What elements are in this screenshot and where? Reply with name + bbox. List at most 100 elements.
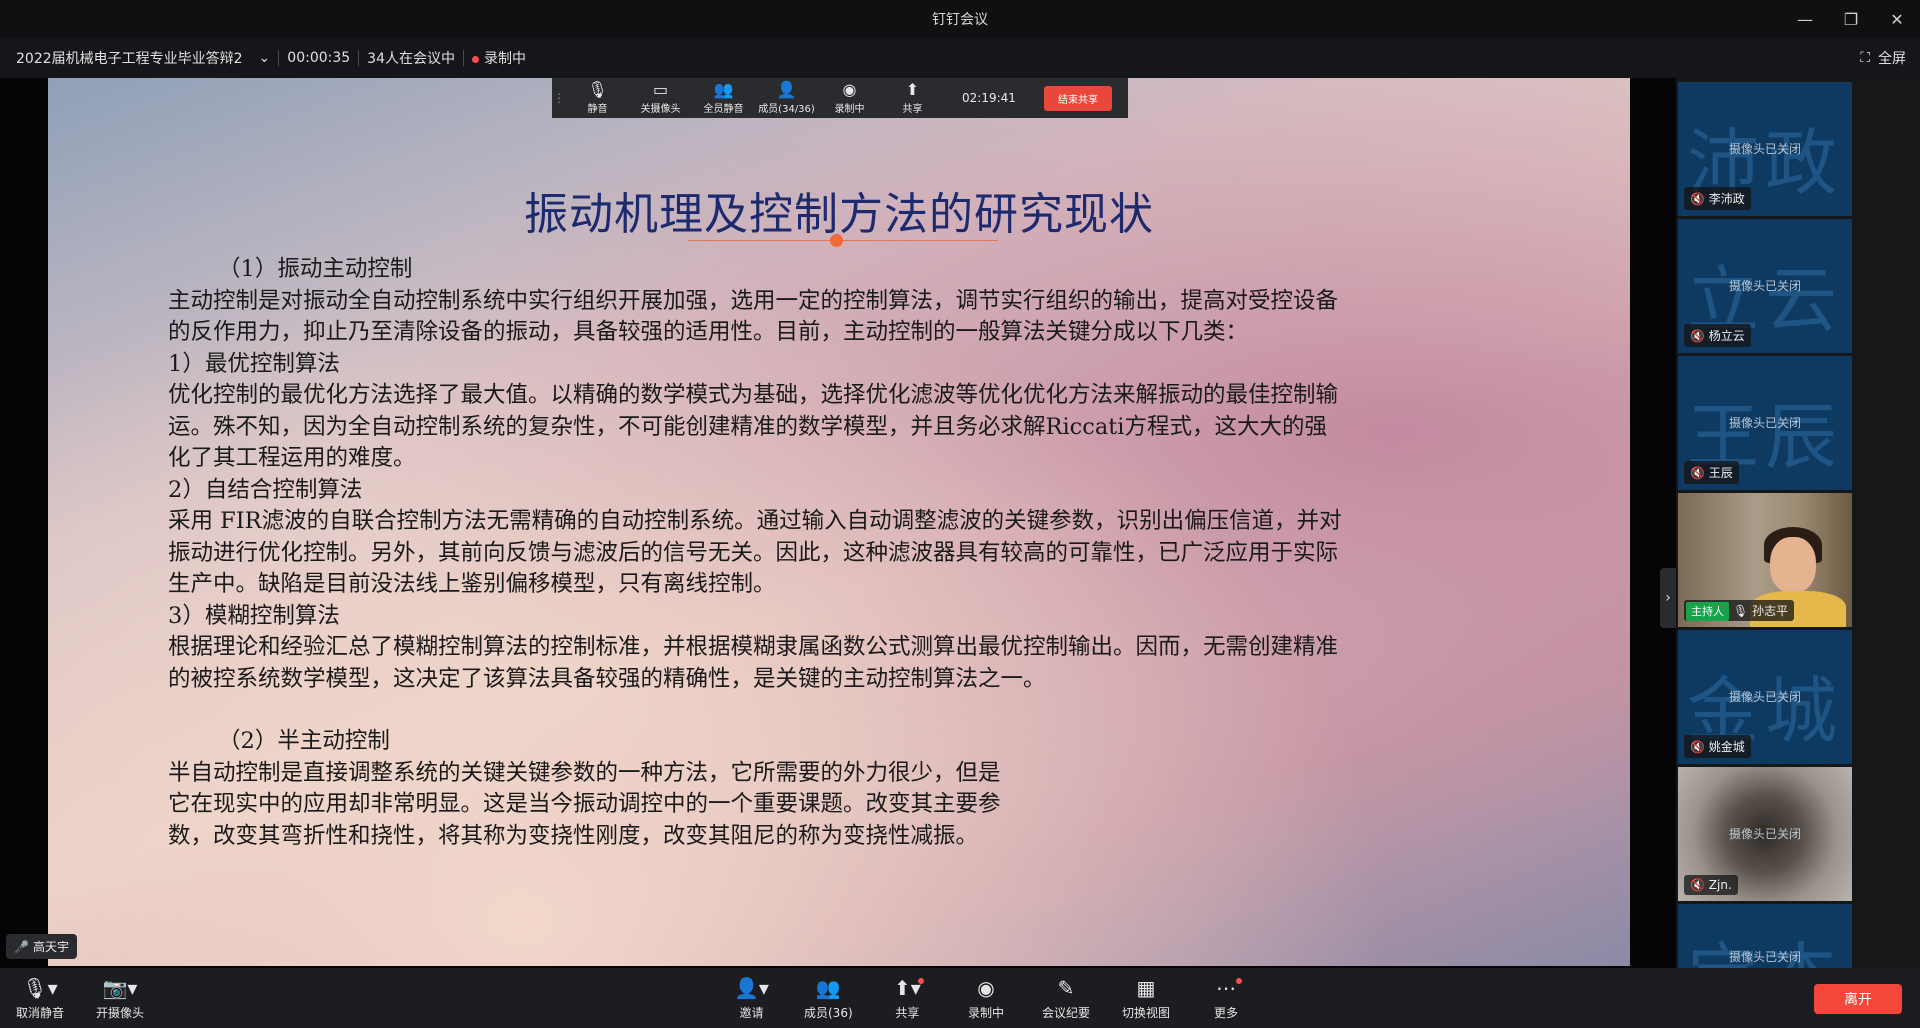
slide-line: 采用 FIR滤波的自联合控制方法无需精确的自动控制系统。通过输入自动调整滤波的关… — [168, 508, 1342, 534]
participant-name-text: Zjn. — [1708, 878, 1732, 892]
stop-share-button[interactable]: 结束共享 — [1044, 85, 1112, 111]
recording-label: 录制中 — [484, 51, 526, 67]
camera-button[interactable]: 📷▾ 开摄像头 — [96, 978, 144, 1021]
mic-muted-icon: 🔇 — [1690, 466, 1705, 480]
participant-name-text: 王辰 — [1708, 466, 1733, 480]
mic-icon: 🎙 — [587, 79, 608, 99]
share-mute-all-label: 全员静音 — [703, 103, 744, 115]
mic-muted-icon: 🔇 — [1690, 329, 1705, 343]
notification-dot — [1236, 978, 1242, 984]
add-user-icon: 👤▾ — [734, 976, 769, 1000]
leave-button[interactable]: 离开 — [1814, 984, 1902, 1014]
participant-name: 🔇 Zjn. — [1684, 875, 1738, 895]
mic-muted-icon: 🔇 — [1690, 878, 1705, 892]
share-members-button[interactable]: 👤 成员(34/36) — [755, 81, 818, 115]
minutes-label: 会议纪要 — [1042, 1006, 1091, 1020]
title-underline — [688, 240, 998, 241]
record-dot-icon — [472, 55, 479, 63]
restore-icon[interactable]: ❐ — [1828, 0, 1874, 38]
chevron-down-icon[interactable]: ⌄ — [251, 50, 279, 66]
slide-line: 它在现实中的应用却非常明显。这是当今振动调控中的一个重要课题。改变其主要参 — [168, 791, 1001, 817]
members-button[interactable]: 👥 成员(36) — [804, 978, 853, 1021]
participant-tile[interactable]: 王辰 摄像头已关闭 🔇 王辰 — [1678, 356, 1852, 490]
camera-off-text: 摄像头已关闭 — [1728, 827, 1801, 841]
minutes-button[interactable]: ✎ 会议纪要 — [1042, 978, 1090, 1021]
more-button[interactable]: ⋯ 更多 — [1214, 976, 1242, 1021]
participant-name: 🔇 姚金城 — [1684, 735, 1751, 758]
share-camera-button[interactable]: ▭ 关摄像头 — [629, 81, 692, 115]
video-person-face — [1770, 537, 1816, 593]
slide-heading: （2）半主动控制 — [218, 728, 390, 754]
participant-tile[interactable]: 立云 摄像头已关闭 🔇 杨立云 — [1678, 219, 1852, 353]
meeting-name[interactable]: 2022届机械电子工程专业毕业答辩2 — [0, 48, 251, 68]
participant-tile[interactable]: 金城 摄像头已关闭 🔇 姚金城 — [1678, 630, 1852, 764]
camera-off-text: 摄像头已关闭 — [1728, 279, 1801, 293]
slide-line: 根据理论和经验汇总了模糊控制算法的控制标准，并根据模糊隶属函数公式测算出最优控制… — [168, 634, 1339, 660]
recording-label: 录制中 — [968, 1006, 1005, 1020]
slide-line: 化了其工程运用的难度。 — [168, 445, 416, 471]
share-toolbar: ⋮ 🎙 静音 ▭ 关摄像头 👥 全员静音 👤 成员(34/36) ◉ 录制中 ⬆… — [552, 78, 1128, 118]
slide-line: 主动控制是对振动全自动控制系统中实行组织开展加强，选用一定的控制算法，调节实行组… — [168, 287, 1339, 314]
participant-name-text: 李沛政 — [1708, 192, 1745, 206]
participant-name-text: 姚金城 — [1708, 740, 1745, 754]
share-record-button[interactable]: ◉ 录制中 — [818, 79, 881, 115]
slide-subheading: 3）模糊控制算法 — [168, 602, 340, 629]
slide-line: 生产中。缺陷是目前没法线上鉴别偏移模型，只有离线控制。 — [168, 571, 776, 597]
switch-view-button[interactable]: ▦ 切换视图 — [1122, 978, 1170, 1021]
active-speaker-badge: 🎤 高天宇 — [6, 934, 77, 959]
share-share-label: 共享 — [902, 103, 923, 115]
invite-button[interactable]: 👤▾ 邀请 — [734, 978, 769, 1021]
participant-name: 🔇 王辰 — [1684, 461, 1739, 484]
fullscreen-button[interactable]: ⛶ 全屏 — [1860, 38, 1906, 78]
slide-heading: （1）振动主动控制 — [218, 256, 413, 282]
share-record-label: 录制中 — [834, 103, 865, 115]
participant-tile[interactable]: 宝杰 摄像头已关闭 — [1678, 904, 1852, 968]
chevron-right-icon[interactable]: › — [1660, 568, 1676, 628]
record-icon: ◉ — [977, 976, 995, 1000]
camera-off-text: 摄像头已关闭 — [1728, 950, 1801, 964]
more-icon: ⋯ — [1216, 976, 1236, 1000]
slide-line: 数，改变其弯折性和挠性，将其称为变挠性刚度，改变其阻尼的称为变挠性减振。 — [168, 822, 979, 849]
grid-view-icon: ▦ — [1136, 976, 1156, 1000]
share-members-label: 成员(34/36) — [758, 103, 815, 115]
share-screen-icon: ⬆▾ — [894, 976, 921, 1000]
host-badge: 主持人 — [1686, 602, 1729, 621]
recording-button[interactable]: ◉ 录制中 — [968, 978, 1004, 1021]
share-label: 共享 — [895, 1006, 920, 1020]
participant-name: 主持人 🎙 孙志平 — [1684, 600, 1795, 621]
drag-handle-icon[interactable]: ⋮ — [552, 91, 566, 105]
share-mute-button[interactable]: 🎙 静音 — [566, 79, 629, 115]
share-timer: 02:19:41 — [962, 91, 1016, 105]
switch-view-label: 切换视图 — [1122, 1006, 1171, 1020]
record-icon: ◉ — [842, 79, 857, 99]
slide-line: 的被控系统数学模型，这决定了该算法具备较强的精确性，是关键的主动控制算法之一。 — [168, 665, 1046, 692]
participant-tile-video[interactable]: 主持人 🎙 孙志平 — [1678, 493, 1852, 627]
share-camera-label: 关摄像头 — [640, 103, 681, 115]
share-share-button[interactable]: ⬆ 共享 — [881, 79, 944, 115]
unmute-button[interactable]: 🎙▾ 取消静音 — [16, 978, 64, 1021]
camera-label: 开摄像头 — [96, 1006, 145, 1020]
camera-off-icon: 📷▾ — [102, 976, 138, 1000]
participant-name: 🔇 李沛政 — [1684, 187, 1751, 210]
recording-status: 录制中 — [464, 48, 534, 68]
slide-subheading: 2）自结合控制算法 — [168, 476, 363, 503]
share-mute-all-button[interactable]: 👥 全员静音 — [692, 81, 755, 115]
slide-subheading: 1）最优控制算法 — [168, 350, 340, 377]
participant-tile[interactable]: 摄像头已关闭 🔇 Zjn. — [1678, 767, 1852, 901]
share-icon: ⬆ — [905, 79, 920, 99]
minutes-icon: ✎ — [1057, 976, 1075, 1000]
members-icon: 👥 — [815, 976, 841, 1000]
share-button[interactable]: ⬆▾ 共享 — [894, 976, 924, 1021]
window-controls: — ❐ ✕ — [1782, 0, 1920, 38]
share-mute-label: 静音 — [587, 103, 608, 115]
minimize-icon[interactable]: — — [1782, 0, 1828, 38]
fullscreen-icon: ⛶ — [1860, 50, 1870, 66]
participant-tile[interactable]: 沛政 摄像头已关闭 🔇 李沛政 — [1678, 82, 1852, 216]
close-icon[interactable]: ✕ — [1874, 0, 1920, 38]
slide: 振动机理及控制方法的研究现状 （1）振动主动控制 主动控制是对振动全自动控制系统… — [48, 78, 1630, 966]
speaker-name: 高天宇 — [32, 940, 69, 954]
participant-name-text: 杨立云 — [1708, 329, 1745, 343]
mic-muted-icon: 🔇 — [1690, 192, 1705, 206]
meeting-duration: 00:00:35 — [287, 50, 351, 66]
fullscreen-label: 全屏 — [1878, 51, 1906, 67]
